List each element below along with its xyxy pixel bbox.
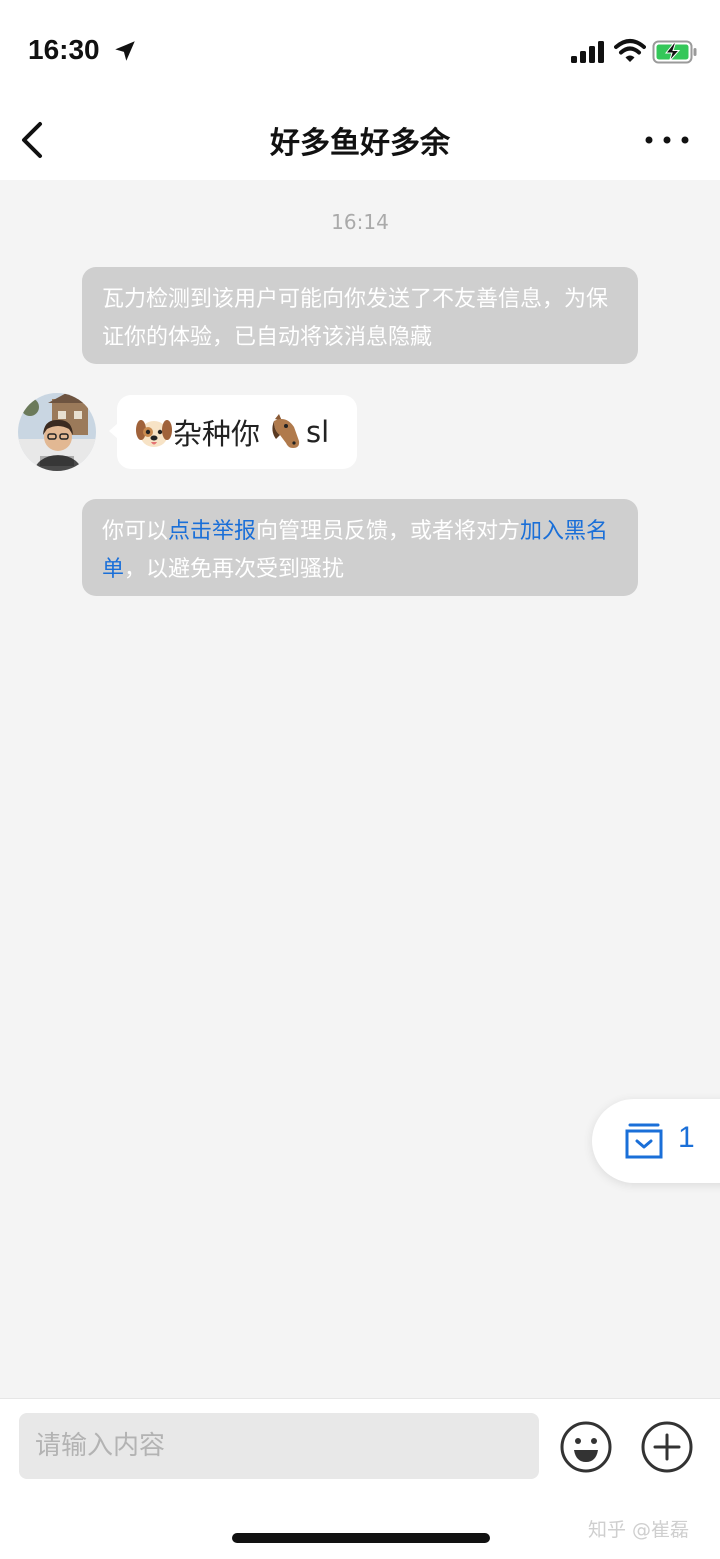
chat-area[interactable]: 16:14 瓦力检测到该用户可能向你发送了不友善信息，为保证你的体验，已自动将该… — [0, 180, 720, 1398]
incoming-message-bubble[interactable]: 杂种你 sl — [109, 395, 357, 469]
plus-circle-icon[interactable] — [640, 1420, 694, 1474]
input-bar: 知乎 @崔磊 — [0, 1398, 720, 1559]
notice-text-part-3: ，以避免再次受到骚扰 — [124, 557, 345, 582]
watermark: 知乎 @崔磊 — [588, 1519, 690, 1541]
nav-bar: 好多鱼好多余 — [0, 100, 720, 180]
more-dots-icon[interactable] — [640, 128, 694, 152]
smiley-icon[interactable] — [559, 1420, 613, 1474]
wifi-icon — [614, 39, 646, 62]
message-input[interactable] — [19, 1413, 539, 1479]
status-time: 16:30 — [28, 34, 100, 65]
archive-box-icon — [625, 1123, 663, 1159]
system-notice-hidden-message: 瓦力检测到该用户可能向你发送了不友善信息，为保证你的体验，已自动将该消息隐藏 — [82, 267, 638, 364]
page-title: 好多鱼好多余 — [270, 126, 450, 161]
location-arrow-icon — [115, 41, 135, 61]
message-timestamp: 16:14 — [331, 210, 389, 234]
cellular-signal-icon — [571, 41, 604, 63]
home-indicator[interactable] — [232, 1533, 490, 1543]
message-text-2: sl — [306, 415, 330, 449]
archive-badge-button[interactable]: 1 — [592, 1099, 720, 1183]
badge-count: 1 — [678, 1121, 695, 1154]
system-notice-report-block: 你可以点击举报向管理员反馈，或者将对方加入黑名单，以避免再次受到骚扰 — [82, 499, 638, 596]
message-text-1: 杂种你 — [173, 417, 261, 451]
horse-face-emoji — [272, 414, 300, 448]
notice-text-part-1: 你可以 — [102, 519, 169, 544]
report-link[interactable]: 点击举报 — [168, 519, 256, 544]
chat-screen: 16:30 好多鱼好多余 16:14 瓦力检测到该用户可能向你发送了不友善信息，… — [0, 0, 720, 1559]
status-bar: 16:30 — [0, 0, 720, 100]
avatar-image — [18, 393, 96, 471]
avatar[interactable] — [18, 393, 96, 471]
battery-charging-icon — [652, 40, 697, 64]
notice-text-part-2: 向管理员反馈，或者将对方 — [256, 519, 521, 544]
dog-face-emoji — [136, 420, 172, 447]
